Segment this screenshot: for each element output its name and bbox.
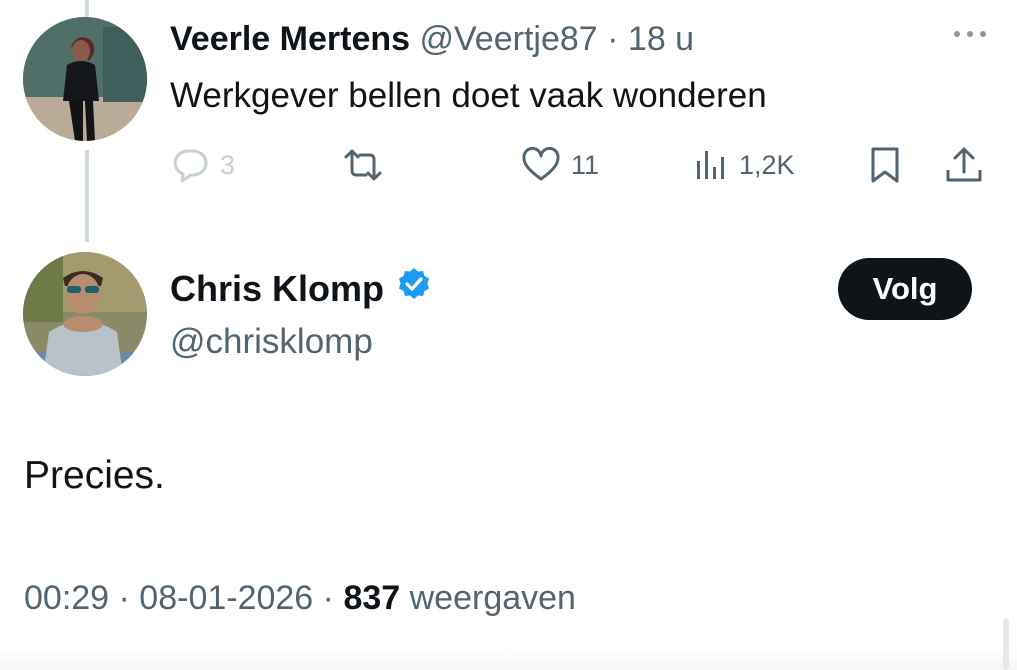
reply-header: Veerle Mertens @Veertje87 · 18 u [170,18,694,60]
retweet-icon [340,147,386,183]
views-icon [693,147,729,183]
reply-action-bar: 3 11 1,2K [0,140,1017,190]
views-label: weergaven [409,579,576,617]
avatar-chris[interactable] [23,252,147,376]
main-author-handle[interactable]: @chrisklomp [170,320,373,364]
reply-button[interactable]: 3 [172,140,235,190]
avatar-veerle[interactable] [23,17,147,141]
header-separator: · [607,20,619,58]
tweet-meta: 00:29 · 08-01-2026 · 837 weergaven [24,576,576,620]
verified-badge-icon [396,266,432,312]
reply-author-handle[interactable]: @Veertje87 [419,20,597,58]
more-icon[interactable] [950,24,990,49]
main-author[interactable]: Chris Klomp [170,266,432,312]
reply-text: Werkgever bellen doet vaak wonderen [170,76,767,115]
main-tweet-text: Precies. [24,454,165,497]
reply-author-name[interactable]: Veerle Mertens [170,20,410,58]
follow-button[interactable]: Volg [838,258,972,320]
bottom-edge [0,650,1017,670]
views-button[interactable]: 1,2K [693,140,795,190]
share-icon [944,146,984,184]
bookmark-button[interactable] [868,140,902,190]
reply-count: 3 [220,149,236,180]
reply-time[interactable]: 18 u [628,20,694,58]
bookmark-icon [868,146,902,184]
main-author-name[interactable]: Chris Klomp [170,267,384,311]
like-count: 11 [571,149,600,180]
tweet-timestamp[interactable]: 00:29 · 08-01-2026 · [24,579,343,617]
reply-icon [172,147,210,183]
views-number: 837 [343,579,401,617]
share-button[interactable] [944,140,984,190]
like-button[interactable]: 11 [521,140,599,190]
views-count: 1,2K [739,149,795,180]
scrollbar[interactable] [1003,618,1009,670]
like-icon [521,147,561,183]
retweet-button[interactable] [340,140,386,190]
